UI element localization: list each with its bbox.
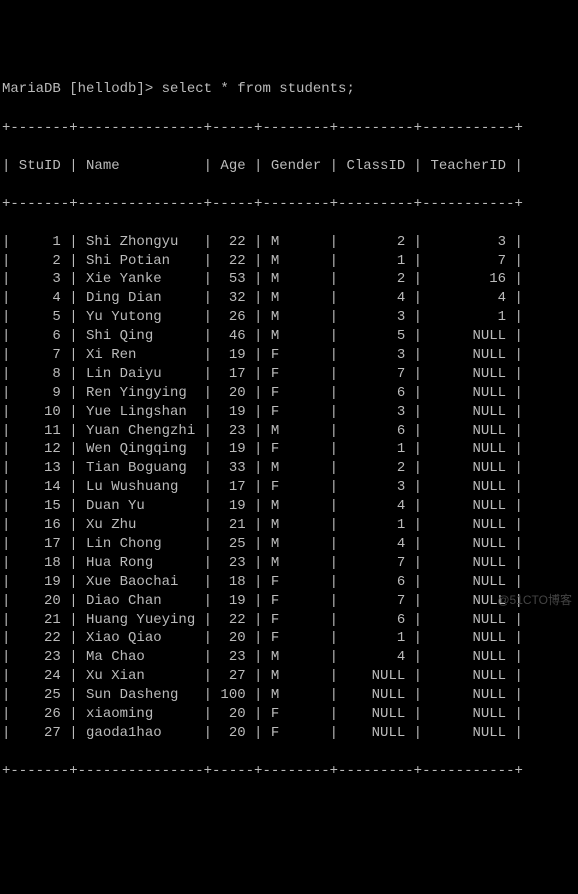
table-row: | 7 | Xi Ren | 19 | F | 3 | NULL | xyxy=(2,346,576,365)
table-row: | 25 | Sun Dasheng | 100 | M | NULL | NU… xyxy=(2,686,576,705)
table-row: | 21 | Huang Yueying | 22 | F | 6 | NULL… xyxy=(2,611,576,630)
table-border-top: +-------+---------------+-----+--------+… xyxy=(2,119,576,138)
table-row: | 12 | Wen Qingqing | 19 | F | 1 | NULL … xyxy=(2,440,576,459)
table-body: | 1 | Shi Zhongyu | 22 | M | 2 | 3 || 2 … xyxy=(2,233,576,743)
table-row: | 2 | Shi Potian | 22 | M | 1 | 7 | xyxy=(2,252,576,271)
table-row: | 3 | Xie Yanke | 53 | M | 2 | 16 | xyxy=(2,270,576,289)
table-row: | 8 | Lin Daiyu | 17 | F | 7 | NULL | xyxy=(2,365,576,384)
table-row: | 10 | Yue Lingshan | 19 | F | 3 | NULL … xyxy=(2,403,576,422)
table-row: | 14 | Lu Wushuang | 17 | F | 3 | NULL | xyxy=(2,478,576,497)
table-row: | 17 | Lin Chong | 25 | M | 4 | NULL | xyxy=(2,535,576,554)
table-row: | 5 | Yu Yutong | 26 | M | 3 | 1 | xyxy=(2,308,576,327)
table-row: | 19 | Xue Baochai | 18 | F | 6 | NULL | xyxy=(2,573,576,592)
table-row: | 6 | Shi Qing | 46 | M | 5 | NULL | xyxy=(2,327,576,346)
table-row: | 11 | Yuan Chengzhi | 23 | M | 6 | NULL… xyxy=(2,422,576,441)
table-row: | 24 | Xu Xian | 27 | M | NULL | NULL | xyxy=(2,667,576,686)
table-row: | 20 | Diao Chan | 19 | F | 7 | NULL | xyxy=(2,592,576,611)
table-row: | 23 | Ma Chao | 23 | M | 4 | NULL | xyxy=(2,648,576,667)
table-row: | 1 | Shi Zhongyu | 22 | M | 2 | 3 | xyxy=(2,233,576,252)
table-row: | 4 | Ding Dian | 32 | M | 4 | 4 | xyxy=(2,289,576,308)
sql-prompt: MariaDB [hellodb]> select * from student… xyxy=(2,80,576,99)
table-border-bottom: +-------+---------------+-----+--------+… xyxy=(2,762,576,781)
table-row: | 18 | Hua Rong | 23 | M | 7 | NULL | xyxy=(2,554,576,573)
watermark-text: @51CTO博客 xyxy=(497,592,572,608)
table-row: | 27 | gaoda1hao | 20 | F | NULL | NULL … xyxy=(2,724,576,743)
table-row: | 15 | Duan Yu | 19 | M | 4 | NULL | xyxy=(2,497,576,516)
table-border-mid: +-------+---------------+-----+--------+… xyxy=(2,195,576,214)
table-row: | 26 | xiaoming | 20 | F | NULL | NULL | xyxy=(2,705,576,724)
table-row: | 13 | Tian Boguang | 33 | M | 2 | NULL … xyxy=(2,459,576,478)
table-header: | StuID | Name | Age | Gender | ClassID … xyxy=(2,157,576,176)
table-row: | 22 | Xiao Qiao | 20 | F | 1 | NULL | xyxy=(2,629,576,648)
table-row: | 9 | Ren Yingying | 20 | F | 6 | NULL | xyxy=(2,384,576,403)
table-row: | 16 | Xu Zhu | 21 | M | 1 | NULL | xyxy=(2,516,576,535)
